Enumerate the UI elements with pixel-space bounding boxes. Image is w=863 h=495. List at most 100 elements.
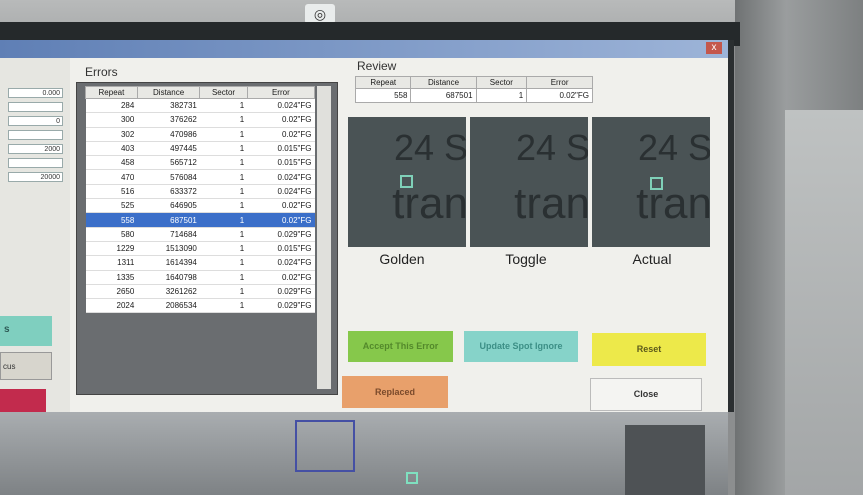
error-row[interactable]: 1311 1614394 1 0.024"FG xyxy=(85,255,315,271)
errors-table: Repeat Distance Sector Error 284 382731 1 0.02… xyxy=(85,86,316,314)
accept-error-button[interactable]: Accept This Error xyxy=(348,331,453,362)
errors-column-header[interactable]: Repeat xyxy=(85,86,138,99)
errors-column-header[interactable]: Error xyxy=(246,86,316,99)
toggle-image[interactable]: 24 S tran xyxy=(470,117,588,247)
setting-field[interactable] xyxy=(8,158,63,168)
close-button[interactable]: Close xyxy=(590,378,702,411)
error-cell: 516 xyxy=(85,184,138,200)
setting-field[interactable]: 0.000 xyxy=(8,88,63,98)
error-row[interactable]: 300 376262 1 0.02"FG xyxy=(85,112,315,128)
error-cell: 403 xyxy=(85,141,138,157)
errors-heading: Errors xyxy=(85,65,118,79)
error-row[interactable]: 516 633372 1 0.024"FG xyxy=(85,184,315,200)
close-window-icon[interactable]: x xyxy=(706,42,722,54)
error-cell: 1 xyxy=(199,184,248,200)
error-cell: 1 xyxy=(199,270,248,285)
error-row[interactable]: 1229 1513090 1 0.015"FG xyxy=(85,241,315,257)
review-cell: 0.02"FG xyxy=(526,88,593,103)
setting-field[interactable] xyxy=(8,130,63,140)
error-cell: 2024 xyxy=(85,298,138,314)
error-cell: 1614394 xyxy=(137,255,200,271)
actual-image[interactable]: 24 S tran xyxy=(592,117,710,247)
error-row[interactable]: 302 470986 1 0.02"FG xyxy=(85,127,315,142)
image-text: tran xyxy=(636,179,710,228)
error-row[interactable]: 2650 3261262 1 0.029"FG xyxy=(85,284,315,300)
error-row[interactable]: 525 646905 1 0.02"FG xyxy=(85,198,315,214)
errors-scrollbar[interactable] xyxy=(317,86,331,389)
error-cell: 470986 xyxy=(137,127,200,142)
error-cell: 0.015"FG xyxy=(247,241,315,257)
error-cell: 1 xyxy=(199,141,248,157)
error-row[interactable]: 470 576084 1 0.024"FG xyxy=(85,169,315,185)
error-cell: 0.015"FG xyxy=(247,155,315,171)
error-cell: 633372 xyxy=(137,184,200,200)
image-text: 24 S xyxy=(515,127,588,168)
error-cell: 1 xyxy=(199,284,248,300)
review-column-header[interactable]: Distance xyxy=(410,76,477,89)
error-cell: 0.029"FG xyxy=(247,298,315,314)
review-table: Repeat Distance Sector Error 558 687501 1 0.02… xyxy=(354,76,593,103)
error-cell: 376262 xyxy=(137,112,200,128)
errors-column-header[interactable]: Distance xyxy=(136,86,201,99)
error-row[interactable]: 403 497445 1 0.015"FG xyxy=(85,141,315,157)
errors-header-row: Repeat Distance Sector Error xyxy=(85,86,316,99)
left-green-button[interactable]: s xyxy=(0,316,52,346)
error-cell: 525 xyxy=(85,198,138,214)
errors-column-header[interactable]: Sector xyxy=(199,86,248,99)
errors-list-frame: Repeat Distance Sector Error 284 382731 1 0.02… xyxy=(76,82,338,395)
reset-button[interactable]: Reset xyxy=(592,333,706,366)
error-cell: 646905 xyxy=(137,198,200,214)
error-cell: 0.029"FG xyxy=(247,284,315,300)
setting-field[interactable] xyxy=(8,102,63,112)
error-cell: 1 xyxy=(199,155,248,171)
error-row[interactable]: 284 382731 1 0.024"FG xyxy=(85,98,315,114)
error-cell: 1 xyxy=(199,298,248,314)
error-cell: 1311 xyxy=(85,255,138,271)
background-marker-icon xyxy=(406,472,418,484)
update-spot-ignore-button[interactable]: Update Spot Ignore xyxy=(464,331,578,362)
review-heading: Review xyxy=(357,59,397,73)
error-row[interactable]: 458 565712 1 0.015"FG xyxy=(85,155,315,171)
review-column-header[interactable]: Sector xyxy=(475,76,528,89)
error-cell: 687501 xyxy=(137,212,200,228)
golden-image[interactable]: 24 S tran xyxy=(348,117,466,247)
error-cell: 0.015"FG xyxy=(247,141,315,157)
window-titlebar: x xyxy=(0,40,728,58)
background-dark-panel xyxy=(625,425,705,495)
error-cell: 1640798 xyxy=(137,270,200,285)
error-cell: 0.024"FG xyxy=(247,255,315,271)
error-cell: 2650 xyxy=(85,284,138,300)
review-column-header[interactable]: Repeat xyxy=(354,76,412,89)
image-text: 24 S xyxy=(393,127,466,168)
error-cell: 0.024"FG xyxy=(247,184,315,200)
error-cell: 1229 xyxy=(85,241,138,257)
image-text: tran xyxy=(514,179,588,228)
error-cell: 1335 xyxy=(85,270,138,285)
review-cell: 1 xyxy=(475,88,528,103)
machine-panel xyxy=(785,110,863,495)
error-row[interactable]: 580 714684 1 0.029"FG xyxy=(85,227,315,242)
settings-panel: 0.000 0 2000 20000 s cus xyxy=(0,58,70,419)
error-cell: 565712 xyxy=(137,155,200,171)
error-row[interactable]: 558 687501 1 0.02"FG xyxy=(85,212,315,228)
error-cell: 300 xyxy=(85,112,138,128)
error-cell: 497445 xyxy=(137,141,200,157)
error-cell: 1 xyxy=(199,112,248,128)
error-cell: 558 xyxy=(85,212,138,228)
error-cell: 1 xyxy=(199,127,248,142)
error-row[interactable]: 1335 1640798 1 0.02"FG xyxy=(85,270,315,285)
error-cell: 0.024"FG xyxy=(247,98,315,114)
background-application xyxy=(0,412,728,495)
error-cell: 714684 xyxy=(137,227,200,242)
review-row: 558 687501 1 0.02"FG xyxy=(354,88,593,103)
setting-field[interactable]: 20000 xyxy=(8,172,63,182)
review-column-header[interactable]: Error xyxy=(526,76,593,89)
error-cell: 1 xyxy=(199,241,248,257)
setting-field[interactable]: 0 xyxy=(8,116,63,126)
error-cell: 2086534 xyxy=(137,298,200,314)
error-cell: 1513090 xyxy=(137,241,200,257)
setting-field[interactable]: 2000 xyxy=(8,144,63,154)
replaced-button[interactable]: Replaced xyxy=(342,376,448,408)
error-row[interactable]: 2024 2086534 1 0.029"FG xyxy=(85,298,315,314)
left-grey-button[interactable]: cus xyxy=(0,352,52,380)
